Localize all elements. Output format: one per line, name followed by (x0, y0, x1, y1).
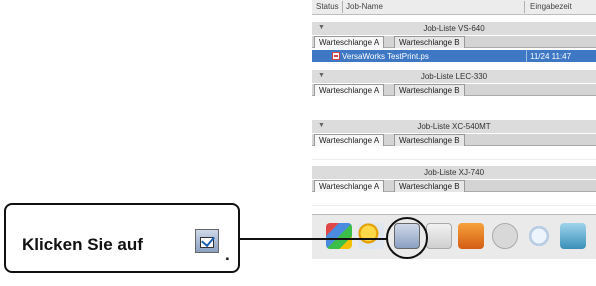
empty-row (312, 193, 596, 206)
tab-warteschlange-b[interactable]: Warteschlange B (394, 84, 465, 96)
tab-warteschlange-a[interactable]: Warteschlange A (314, 134, 385, 146)
tab-warteschlange-b[interactable]: Warteschlange B (394, 134, 465, 146)
instruction-callout: Klicken Sie auf . (4, 203, 240, 273)
ps-file-icon (332, 52, 340, 60)
trash-icon[interactable] (560, 223, 586, 249)
bottom-toolbar (312, 214, 596, 259)
queue-header-xc540mt[interactable]: ▼ Job-Liste XC-540MT (312, 120, 596, 133)
spinner-icon[interactable] (526, 223, 552, 249)
tab-warteschlange-a[interactable]: Warteschlange A (314, 180, 385, 192)
job-name-column-header[interactable]: Job-Name (346, 2, 383, 11)
cell-divider (526, 50, 527, 62)
queue-header-lec330[interactable]: ▼ Job-Liste LEC-330 (312, 70, 596, 83)
stop-icon[interactable] (492, 223, 518, 249)
job-received-time: 11/24 11:47 (530, 52, 572, 61)
tab-warteschlange-b[interactable]: Warteschlange B (394, 36, 465, 48)
queue-tabs-vs640: Warteschlange A Warteschlange B (312, 36, 596, 48)
tab-warteschlange-a[interactable]: Warteschlange A (314, 36, 385, 48)
copy-icon[interactable] (426, 223, 452, 249)
queue-title: Job-Liste VS-640 (423, 24, 485, 33)
job-file-name: VersaWorks TestPrint.ps (342, 52, 429, 61)
queue-tabs-xj740: Warteschlange A Warteschlange B (312, 180, 596, 192)
tab-warteschlange-b[interactable]: Warteschlange B (394, 180, 465, 192)
column-divider (524, 1, 525, 13)
job-list-panel: Status Job-Name Eingabezeit ▼ Job-Liste … (312, 0, 596, 286)
queue-title: Job-Liste XJ-740 (423, 168, 485, 177)
queue-tabs-xc540mt: Warteschlange A Warteschlange B (312, 134, 596, 146)
job-settings-icon (195, 229, 219, 253)
highlight-circle (386, 217, 428, 259)
received-column-header[interactable]: Eingabezeit (530, 2, 572, 11)
instruction-text: Klicken Sie auf (22, 235, 143, 254)
job-row-selected[interactable]: VersaWorks TestPrint.ps 11/24 11:47 (312, 50, 596, 62)
column-divider (342, 1, 343, 13)
queue-title: Job-Liste XC-540MT (417, 122, 491, 131)
queue-tabs-lec330: Warteschlange A Warteschlange B (312, 84, 596, 96)
column-header: Status Job-Name Eingabezeit (312, 0, 596, 15)
queue-header-vs640[interactable]: ▼ Job-Liste VS-640 (312, 22, 596, 35)
queue-header-xj740[interactable]: Job-Liste XJ-740 (312, 166, 596, 179)
tab-warteschlange-a[interactable]: Warteschlange A (314, 84, 385, 96)
instruction-period: . (225, 245, 230, 264)
status-column-header[interactable]: Status (316, 2, 339, 11)
sun-wizard-icon[interactable] (358, 223, 384, 249)
callout-connector (240, 238, 388, 240)
empty-row (312, 147, 596, 160)
print-icon[interactable] (458, 223, 484, 249)
grid-icon[interactable] (326, 223, 352, 249)
queue-title: Job-Liste LEC-330 (420, 72, 488, 81)
